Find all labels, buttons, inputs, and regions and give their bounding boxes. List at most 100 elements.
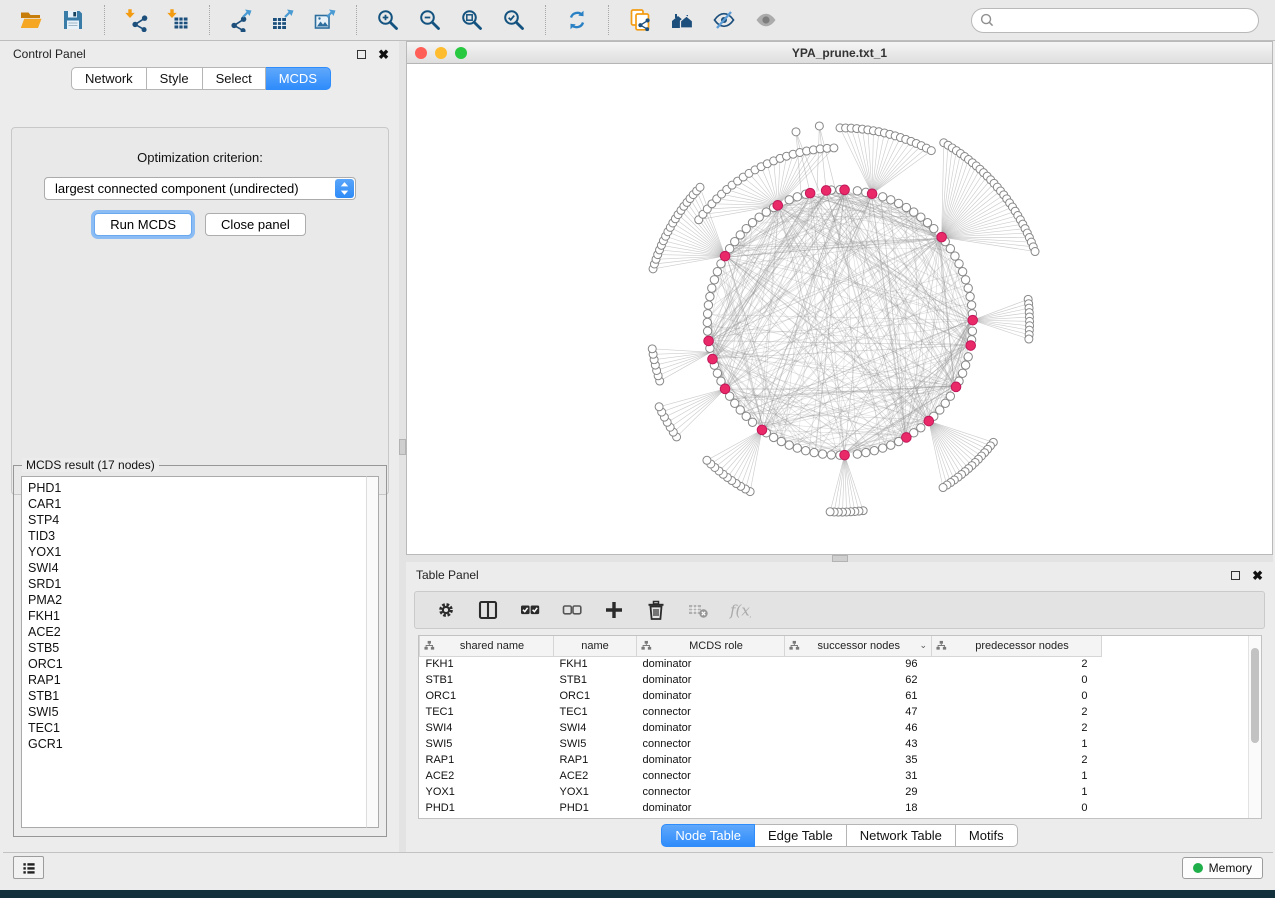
mcds-result-item[interactable]: STB5 — [28, 640, 366, 656]
save-session-icon[interactable] — [60, 7, 86, 33]
column-header-MCDS-role[interactable]: MCDS role — [637, 636, 785, 656]
node-table[interactable]: shared namenameMCDS rolesuccessor nodes⌄… — [419, 636, 1102, 816]
table-tabs-row: Node TableEdge TableNetwork TableMotifs — [406, 819, 1273, 852]
mcds-result-item[interactable]: PMA2 — [28, 592, 366, 608]
search-box[interactable] — [971, 8, 1259, 33]
table-settings-icon[interactable] — [434, 598, 458, 622]
optimization-criterion-value: largest connected component (undirected) — [45, 181, 335, 196]
mcds-result-item[interactable]: RAP1 — [28, 672, 366, 688]
export-table-icon[interactable] — [270, 7, 296, 33]
table-cell: connector — [637, 736, 785, 752]
mcds-result-item[interactable]: SWI5 — [28, 704, 366, 720]
tab-network-table[interactable]: Network Table — [847, 824, 956, 847]
table-scrollbar-thumb[interactable] — [1251, 648, 1259, 743]
tab-style[interactable]: Style — [147, 67, 203, 90]
column-header-shared-name[interactable]: shared name — [420, 636, 554, 656]
control-panel-tabs: NetworkStyleSelectMCDS — [3, 67, 399, 90]
table-scrollbar[interactable] — [1248, 636, 1261, 818]
tab-edge-table[interactable]: Edge Table — [755, 824, 847, 847]
network-overview-icon[interactable] — [669, 7, 695, 33]
table-row[interactable]: ACE2ACE2connector311 — [420, 768, 1102, 784]
export-image-icon[interactable] — [312, 7, 338, 33]
right-column: YPA_prune.txt_1 Table Panel ✖ f(x) — [406, 41, 1273, 852]
show-columns-icon[interactable] — [476, 598, 500, 622]
memory-button[interactable]: Memory — [1182, 857, 1263, 879]
mcds-result-item[interactable]: GCR1 — [28, 736, 366, 752]
search-input[interactable] — [999, 13, 1250, 27]
panel-divider-vertical[interactable] — [399, 41, 406, 852]
table-cell: dominator — [637, 688, 785, 704]
memory-status-icon — [1193, 863, 1203, 873]
table-row[interactable]: RAP1RAP1dominator352 — [420, 752, 1102, 768]
tab-node-table[interactable]: Node Table — [661, 824, 755, 847]
table-panel-titlebar: Table Panel ✖ — [406, 562, 1273, 588]
table-cell: 1 — [932, 784, 1102, 800]
desktop-wallpaper: Control Panel ✖ NetworkStyleSelectMCDS O… — [0, 0, 1275, 898]
panel-divider-horizontal[interactable] — [406, 555, 1273, 562]
table-row[interactable]: TEC1TEC1connector472 — [420, 704, 1102, 720]
column-header-predecessor-nodes[interactable]: predecessor nodes — [932, 636, 1102, 656]
table-row[interactable]: YOX1YOX1connector291 — [420, 784, 1102, 800]
task-history-button[interactable] — [13, 856, 44, 879]
mcds-result-scrollbar[interactable] — [366, 476, 379, 828]
divider-handle-icon[interactable] — [832, 555, 848, 562]
mcds-result-item[interactable]: YOX1 — [28, 544, 366, 560]
float-panel-icon[interactable] — [357, 50, 366, 59]
run-mcds-button[interactable]: Run MCDS — [94, 213, 192, 236]
zoom-out-icon[interactable] — [417, 7, 443, 33]
table-row[interactable]: PHD1PHD1dominator180 — [420, 800, 1102, 816]
refresh-view-icon[interactable] — [564, 7, 590, 33]
add-column-icon[interactable] — [602, 598, 626, 622]
close-panel-icon[interactable]: ✖ — [1252, 569, 1263, 582]
mcds-result-item[interactable]: STB1 — [28, 688, 366, 704]
column-header-name[interactable]: name — [554, 636, 637, 656]
tab-network[interactable]: Network — [71, 67, 147, 90]
show-graphics-details-icon[interactable] — [753, 7, 779, 33]
import-network-icon[interactable] — [123, 7, 149, 33]
hide-graphics-details-icon[interactable] — [711, 7, 737, 33]
mcds-result-item[interactable]: SRD1 — [28, 576, 366, 592]
mcds-result-item[interactable]: TEC1 — [28, 720, 366, 736]
export-network-icon[interactable] — [228, 7, 254, 33]
close-traffic-light-icon[interactable] — [415, 47, 427, 59]
minimize-traffic-light-icon[interactable] — [435, 47, 447, 59]
table-row[interactable]: ORC1ORC1dominator610 — [420, 688, 1102, 704]
float-panel-icon[interactable] — [1231, 571, 1240, 580]
table-cell: ORC1 — [420, 688, 554, 704]
close-panel-icon[interactable]: ✖ — [378, 48, 389, 61]
sort-chevron-icon[interactable]: ⌄ — [919, 640, 927, 651]
table-cell: connector — [637, 768, 785, 784]
deselect-all-icon[interactable] — [560, 598, 584, 622]
column-header-successor-nodes[interactable]: successor nodes⌄ — [785, 636, 932, 656]
mcds-result-item[interactable]: PHD1 — [28, 480, 366, 496]
tab-select[interactable]: Select — [203, 67, 266, 90]
network-graph-canvas[interactable] — [407, 64, 1272, 554]
mcds-result-item[interactable]: SWI4 — [28, 560, 366, 576]
table-row[interactable]: STB1STB1dominator620 — [420, 672, 1102, 688]
mcds-result-item[interactable]: STP4 — [28, 512, 366, 528]
table-row[interactable]: SWI5SWI5connector431 — [420, 736, 1102, 752]
zoom-in-icon[interactable] — [375, 7, 401, 33]
mcds-result-list[interactable]: PHD1CAR1STP4TID3YOX1SWI4SRD1PMA2FKH1ACE2… — [21, 476, 366, 828]
table-cell: 1 — [932, 736, 1102, 752]
divider-handle-icon[interactable] — [399, 439, 406, 455]
import-table-icon[interactable] — [165, 7, 191, 33]
maximize-traffic-light-icon[interactable] — [455, 47, 467, 59]
mcds-result-item[interactable]: FKH1 — [28, 608, 366, 624]
zoom-fit-icon[interactable] — [459, 7, 485, 33]
optimization-criterion-select[interactable]: largest connected component (undirected) — [44, 177, 356, 200]
tab-motifs[interactable]: Motifs — [956, 824, 1018, 847]
duplicate-network-icon[interactable] — [627, 7, 653, 33]
mcds-result-item[interactable]: ORC1 — [28, 656, 366, 672]
table-row[interactable]: SWI4SWI4dominator462 — [420, 720, 1102, 736]
mcds-result-item[interactable]: ACE2 — [28, 624, 366, 640]
delete-columns-icon[interactable] — [644, 598, 668, 622]
select-all-icon[interactable] — [518, 598, 542, 622]
open-session-icon[interactable] — [18, 7, 44, 33]
zoom-selected-icon[interactable] — [501, 7, 527, 33]
tab-mcds[interactable]: MCDS — [266, 67, 331, 90]
close-panel-button[interactable]: Close panel — [205, 213, 306, 236]
mcds-result-item[interactable]: CAR1 — [28, 496, 366, 512]
mcds-result-item[interactable]: TID3 — [28, 528, 366, 544]
table-row[interactable]: FKH1FKH1dominator962 — [420, 656, 1102, 672]
